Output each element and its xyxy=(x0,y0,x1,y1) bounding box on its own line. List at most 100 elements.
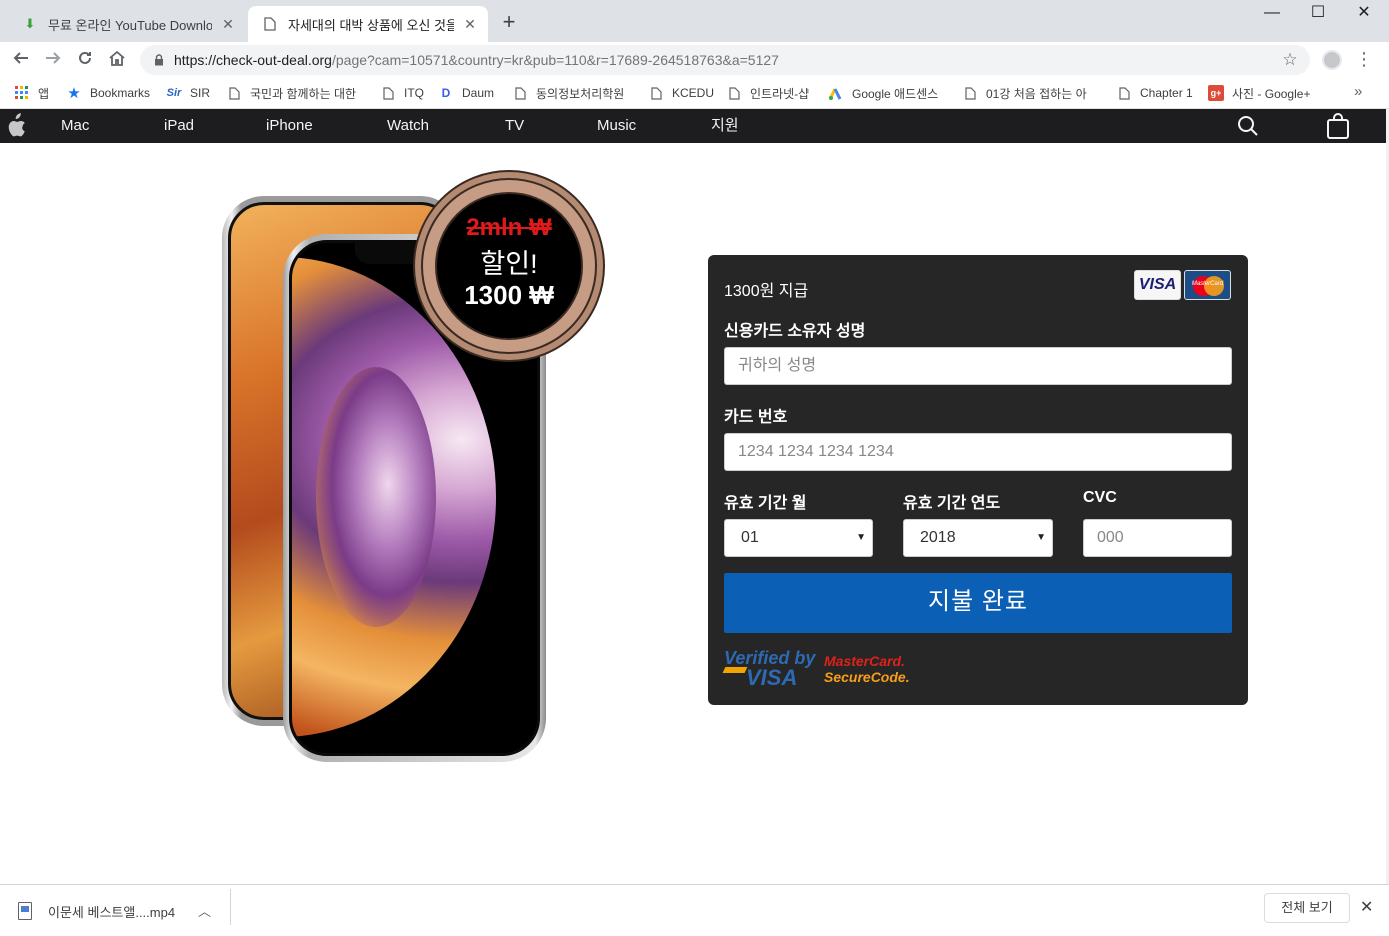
maximize-button[interactable]: ☐ xyxy=(1295,4,1341,24)
reload-icon xyxy=(79,51,91,64)
bookmark-label: 앱 xyxy=(38,86,50,101)
bookmark-label: 사진 - Google+ xyxy=(1232,86,1311,101)
home-icon xyxy=(109,50,125,66)
bookmark-intranet[interactable]: 인트라넷-샵 xyxy=(726,83,809,103)
forward-button[interactable] xyxy=(40,48,66,72)
nav-mac[interactable]: Mac xyxy=(61,109,89,143)
dropdown-caret-icon: ▼ xyxy=(1036,532,1046,543)
search-icon[interactable] xyxy=(1236,115,1260,137)
card-number-input[interactable] xyxy=(724,433,1232,471)
page-icon xyxy=(726,85,742,101)
bookmark-label: 동의정보처리학원 xyxy=(536,86,625,101)
home-button[interactable] xyxy=(104,48,130,72)
bookmark-label: Bookmarks xyxy=(90,86,151,100)
sale-label: 할인! xyxy=(480,249,538,279)
profile-avatar[interactable] xyxy=(1322,50,1342,70)
bookmark-itq[interactable]: ITQ xyxy=(380,83,424,103)
bookmark-chapter1[interactable]: Chapter 1 xyxy=(1116,83,1193,103)
address-bar[interactable]: https://check-out-deal.org/page?cam=1057… xyxy=(140,45,1310,75)
cardholder-name-label: 신용카드 소유자 성명 xyxy=(724,323,866,340)
bookmark-daum[interactable]: D Daum xyxy=(438,83,494,103)
new-tab-button[interactable]: + xyxy=(498,11,520,33)
shopping-bag-icon[interactable] xyxy=(1326,113,1350,139)
accepted-cards: VISA MasterCard xyxy=(1134,270,1232,302)
chevron-up-icon[interactable]: ︿ xyxy=(198,901,211,920)
bookmark-sir[interactable]: Sir SIR xyxy=(166,83,210,103)
page-icon xyxy=(962,85,978,101)
tab-title: 무료 온라인 YouTube Download xyxy=(48,17,212,33)
expiry-month-label: 유효 기간 월 xyxy=(724,495,807,512)
verified-by-visa-line2: VISA xyxy=(746,665,798,690)
badge-inner: 2mln ₩ 할인! 1300 ₩ xyxy=(435,192,583,340)
bookmark-label: SIR xyxy=(190,86,211,100)
nav-watch[interactable]: Watch xyxy=(387,109,429,143)
complete-payment-button[interactable]: 지불 완료 xyxy=(724,573,1232,633)
sale-price: 1300 ₩ xyxy=(464,280,554,310)
mastercard-logo-icon: MasterCard xyxy=(1184,270,1231,300)
bookmark-star-icon[interactable]: ☆ xyxy=(1280,50,1300,70)
forward-arrow-icon xyxy=(46,52,61,64)
bookmark-gov[interactable]: 국민과 함께하는 대한 xyxy=(226,83,360,103)
visa-swoosh-icon xyxy=(722,667,748,673)
tab-close-icon[interactable]: ✕ xyxy=(462,16,478,32)
bookmark-apps[interactable]: 앱 xyxy=(14,83,49,103)
tab-youtube-downloader[interactable]: ⬇ 무료 온라인 YouTube Download ✕ xyxy=(8,6,246,42)
cvc-label: CVC xyxy=(1083,489,1117,506)
page-icon xyxy=(380,85,396,101)
downloads-bar: 이문세 베스트앨....mp4 ︿ 전체 보기 ✕ xyxy=(0,884,1389,936)
bookmark-label: 인트라넷-샵 xyxy=(750,86,810,101)
discount-badge: 2mln ₩ 할인! 1300 ₩ xyxy=(413,170,605,362)
page-icon xyxy=(226,85,242,101)
browser-menu-icon[interactable]: ⋮ xyxy=(1355,49,1373,69)
adsense-logo-icon xyxy=(828,85,844,101)
bookmarks-overflow-button[interactable]: » xyxy=(1354,83,1362,100)
close-downloads-bar-button[interactable]: ✕ xyxy=(1360,897,1373,917)
bookmark-label: Daum xyxy=(462,86,495,100)
mastercard-securecode-line2: SecureCode. xyxy=(824,669,910,685)
expiry-year-select[interactable]: 2018 ▼ xyxy=(903,519,1053,557)
download-file-name: 이문세 베스트앨....mp4 xyxy=(48,904,176,920)
tab-title: 자세대의 대박 상품에 오신 것을 xyxy=(288,17,454,33)
bookmark-label: Chapter 1 xyxy=(1140,86,1193,100)
cvc-input[interactable] xyxy=(1083,519,1232,557)
expiry-month-select[interactable]: 01 ▼ xyxy=(724,519,873,557)
site-navigation: Mac iPad iPhone Watch TV Music 지원 xyxy=(0,109,1386,143)
url-text: https://check-out-deal.org/page?cam=1057… xyxy=(174,52,1280,68)
apple-logo-icon[interactable] xyxy=(4,113,26,139)
reload-button[interactable] xyxy=(72,48,98,72)
bookmark-bookmarks[interactable]: ★ Bookmarks xyxy=(66,83,150,103)
nav-tv[interactable]: TV xyxy=(505,109,524,143)
bookmark-dongui[interactable]: 동의정보처리학원 xyxy=(512,83,624,103)
bookmark-adsense[interactable]: Google 애드센스 xyxy=(828,83,938,103)
wallpaper-swirl xyxy=(316,367,436,627)
minimize-button[interactable]: — xyxy=(1249,4,1295,24)
download-item[interactable]: 이문세 베스트앨....mp4 xyxy=(18,897,175,925)
show-all-downloads-button[interactable]: 전체 보기 xyxy=(1264,893,1350,923)
nav-ipad[interactable]: iPad xyxy=(164,109,194,143)
card-number-label: 카드 번호 xyxy=(724,409,788,426)
divider xyxy=(230,889,231,925)
back-button[interactable] xyxy=(8,48,34,72)
dropdown-caret-icon: ▼ xyxy=(856,532,866,543)
bookmark-lecture[interactable]: 01강 처음 접하는 아 xyxy=(962,83,1096,103)
mastercard-securecode-line1: MasterCard. xyxy=(824,653,905,669)
nav-iphone[interactable]: iPhone xyxy=(266,109,313,143)
nav-music[interactable]: Music xyxy=(597,109,636,143)
expiry-year-value: 2018 xyxy=(920,529,956,546)
cardholder-name-input[interactable] xyxy=(724,347,1232,385)
tab-current-page[interactable]: 자세대의 대박 상품에 오신 것을 ✕ xyxy=(248,6,488,42)
bookmark-label: KCEDU xyxy=(672,86,715,100)
close-window-button[interactable]: ✕ xyxy=(1341,4,1387,24)
browser-toolbar: https://check-out-deal.org/page?cam=1057… xyxy=(0,42,1389,78)
bookmark-label: ITQ xyxy=(404,86,424,100)
bookmarks-bar: 앱 ★ Bookmarks Sir SIR 국민과 함께하는 대한 ITQ D … xyxy=(0,78,1389,109)
bookmark-google-plus[interactable]: g+ 사진 - Google+ xyxy=(1208,83,1310,103)
back-arrow-icon xyxy=(13,52,28,64)
url-host: https://check-out-deal.org xyxy=(174,52,332,68)
file-icon xyxy=(18,902,32,920)
tab-close-icon[interactable]: ✕ xyxy=(220,16,236,32)
nav-support[interactable]: 지원 xyxy=(711,109,739,143)
bookmark-kcedu[interactable]: KCEDU xyxy=(648,83,714,103)
lock-icon xyxy=(152,53,166,67)
expiry-month-value: 01 xyxy=(741,529,759,546)
